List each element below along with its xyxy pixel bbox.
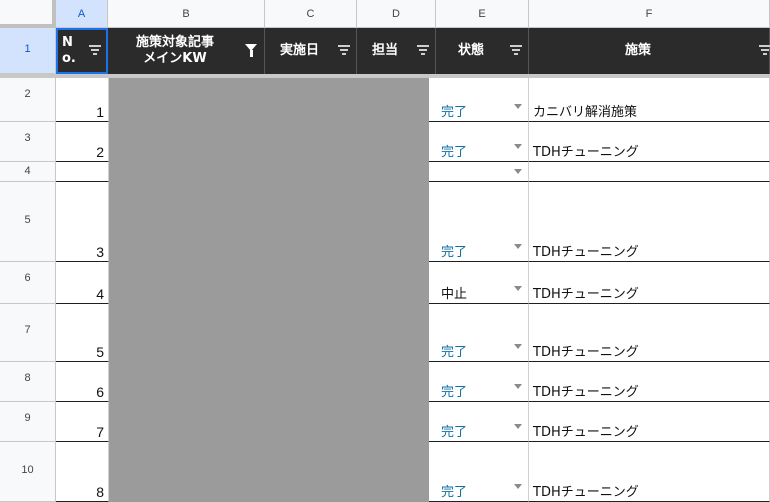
status-value: 完了	[441, 485, 468, 500]
cell-no[interactable]: 4	[56, 262, 109, 304]
dropdown-arrow-icon[interactable]	[514, 484, 522, 489]
dropdown-arrow-icon[interactable]	[514, 169, 522, 174]
status-value: 中止	[441, 287, 468, 302]
row-header-5[interactable]: 5	[0, 182, 56, 262]
status-value: 完了	[441, 345, 468, 360]
dropdown-arrow-icon[interactable]	[514, 104, 522, 109]
header-status-label: 状態	[457, 43, 484, 58]
header-cell-assignee[interactable]: 担当	[357, 28, 436, 74]
dropdown-arrow-icon[interactable]	[514, 424, 522, 429]
header-assignee-label: 担当	[371, 43, 398, 58]
status-value: 完了	[441, 385, 468, 400]
cell-measure[interactable]: TDHチューニング	[529, 122, 770, 162]
row-header-3[interactable]: 3	[0, 122, 56, 162]
status-value: 完了	[441, 425, 468, 440]
cell-no[interactable]: 1	[56, 78, 109, 122]
dropdown-arrow-icon[interactable]	[514, 286, 522, 291]
spreadsheet-grid: A B C D E F 1 2 3 4 5 6 7 8 9 10 N o. 施策…	[0, 0, 770, 502]
cell-measure[interactable]: TDHチューニング	[529, 304, 770, 362]
cell-status[interactable]: 完了	[429, 304, 529, 362]
filter-active-icon[interactable]	[245, 44, 257, 57]
header-cell-target-kw[interactable]: 施策対象記事 メインKW	[108, 28, 265, 74]
cell-status[interactable]: 完了	[429, 182, 529, 262]
filter-icon[interactable]	[417, 45, 429, 55]
column-header-e[interactable]: E	[436, 0, 529, 28]
cell-no[interactable]: 5	[56, 304, 109, 362]
header-measure-label: 施策	[624, 43, 651, 58]
cell-measure[interactable]: TDHチューニング	[529, 362, 770, 402]
column-header-d[interactable]: D	[357, 0, 436, 28]
redacted-area	[109, 78, 429, 502]
header-cell-no[interactable]: N o.	[56, 28, 108, 74]
cell-measure[interactable]: TDHチューニング	[529, 182, 770, 262]
cell-no[interactable]: 2	[56, 122, 109, 162]
cell-status[interactable]	[429, 162, 529, 182]
column-header-bar: A B C D E F	[0, 0, 770, 28]
cell-status[interactable]: 完了	[429, 78, 529, 122]
filter-icon[interactable]	[89, 45, 101, 55]
column-header-b[interactable]: B	[108, 0, 265, 28]
row-header-8[interactable]: 8	[0, 362, 56, 402]
cell-status[interactable]: 完了	[429, 362, 529, 402]
header-cell-status[interactable]: 状態	[436, 28, 529, 74]
cell-status[interactable]: 中止	[429, 262, 529, 304]
cell-no[interactable]: 3	[56, 182, 109, 262]
cell-status[interactable]: 完了	[429, 442, 529, 502]
cell-measure[interactable]	[529, 162, 770, 182]
row-header-9[interactable]: 9	[0, 402, 56, 442]
cell-status[interactable]: 完了	[429, 402, 529, 442]
header-cell-date[interactable]: 実施日	[265, 28, 357, 74]
cell-no[interactable]: 7	[56, 402, 109, 442]
cell-measure[interactable]: TDHチューニング	[529, 262, 770, 304]
header-no-label: N o.	[62, 35, 76, 66]
row-header-2[interactable]: 2	[0, 78, 56, 122]
cell-status[interactable]: 完了	[429, 122, 529, 162]
column-header-f[interactable]: F	[529, 0, 770, 28]
row-header-1[interactable]: 1	[0, 28, 56, 74]
cell-measure[interactable]: TDHチューニング	[529, 402, 770, 442]
header-target-kw-label: 施策対象記事 メインKW	[135, 35, 214, 66]
row-header-6[interactable]: 6	[0, 262, 56, 304]
status-value: 完了	[441, 145, 468, 160]
status-value: 完了	[441, 245, 468, 260]
status-value: 完了	[441, 105, 468, 120]
dropdown-arrow-icon[interactable]	[514, 344, 522, 349]
filter-icon[interactable]	[759, 45, 770, 55]
filter-icon[interactable]	[338, 45, 350, 55]
cell-measure[interactable]: カニバリ解消施策	[529, 78, 770, 122]
cell-no[interactable]: 8	[56, 442, 109, 502]
row-header-4[interactable]: 4	[0, 162, 56, 182]
filter-icon[interactable]	[510, 45, 522, 55]
header-date-label: 実施日	[279, 43, 319, 58]
column-header-a[interactable]: A	[56, 0, 108, 28]
cell-no[interactable]	[56, 162, 109, 182]
column-header-c[interactable]: C	[265, 0, 357, 28]
dropdown-arrow-icon[interactable]	[514, 144, 522, 149]
select-all-corner[interactable]	[0, 0, 56, 28]
header-cell-measure[interactable]: 施策	[529, 28, 770, 74]
row-header-10[interactable]: 10	[0, 442, 56, 502]
dropdown-arrow-icon[interactable]	[514, 384, 522, 389]
cell-no[interactable]: 6	[56, 362, 109, 402]
cell-measure[interactable]: TDHチューニング	[529, 442, 770, 502]
row-header-7[interactable]: 7	[0, 304, 56, 362]
dropdown-arrow-icon[interactable]	[514, 244, 522, 249]
